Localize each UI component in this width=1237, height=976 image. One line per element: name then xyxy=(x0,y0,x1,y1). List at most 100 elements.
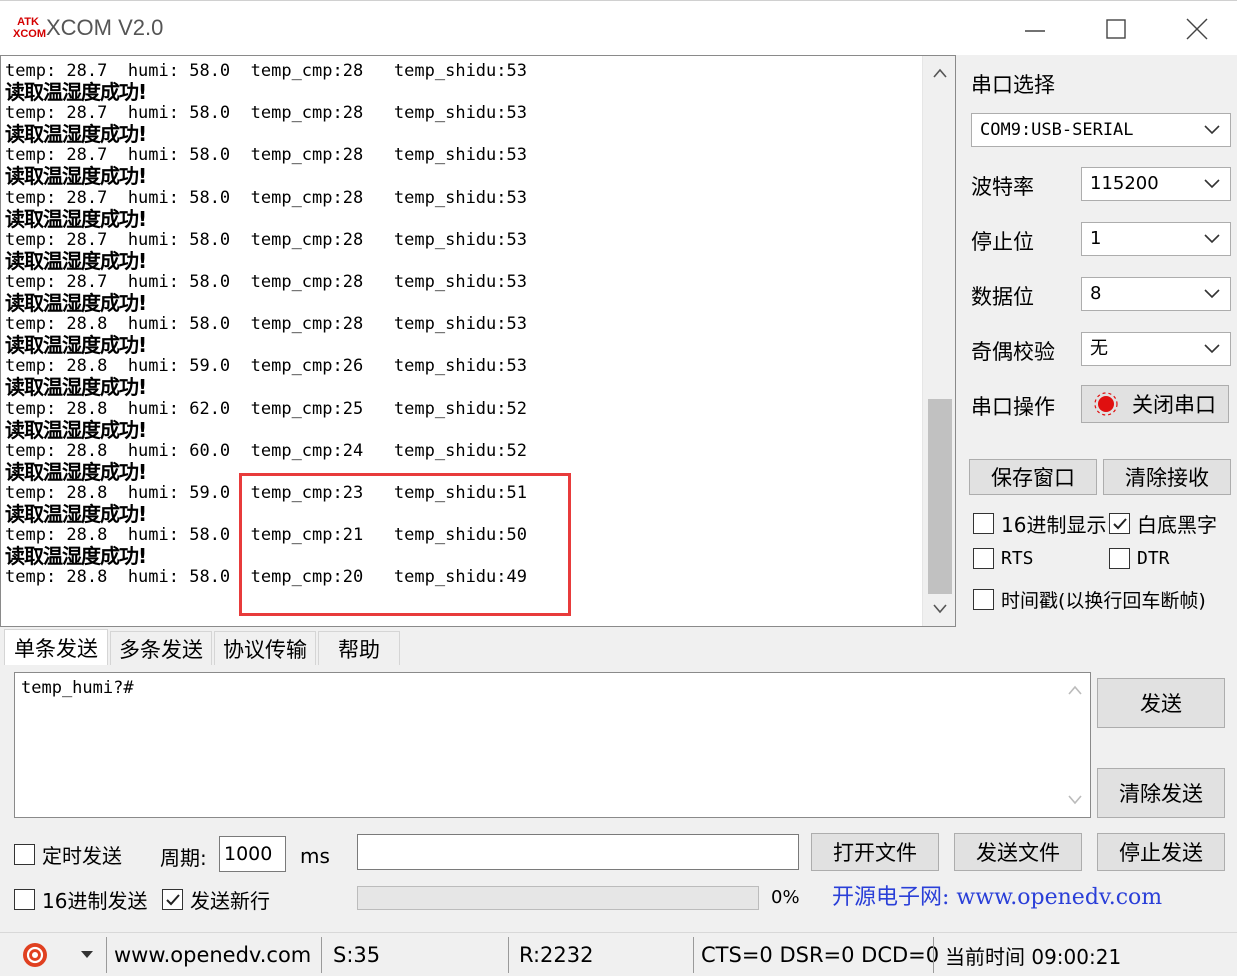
receive-line: 读取温湿度成功! xyxy=(5,375,147,400)
send-scrollbar[interactable] xyxy=(1060,673,1090,817)
tab-multi-send[interactable]: 多条发送 xyxy=(110,631,212,665)
tab-help[interactable]: 帮助 xyxy=(318,631,400,665)
port-operation-label: 串口操作 xyxy=(971,395,1055,419)
receive-line: temp: 28.7 humi: 58.0 temp_cmp:28 temp_s… xyxy=(5,271,527,292)
chevron-up-icon xyxy=(1068,685,1082,695)
status-separator xyxy=(106,937,107,973)
window-title: XCOM V2.0 xyxy=(46,15,164,40)
rts-label: RTS xyxy=(1001,548,1034,569)
hex-display-checkbox[interactable]: 16进制显示 xyxy=(973,509,1106,538)
timestamp-label: 时间戳(以换行回车断帧) xyxy=(1001,590,1206,612)
status-separator xyxy=(693,937,694,973)
chevron-down-icon xyxy=(1204,234,1220,244)
receive-line: 读取温湿度成功! xyxy=(5,291,147,316)
timestamp-checkbox[interactable]: 时间戳(以换行回车断帧) xyxy=(973,586,1206,613)
receive-line: 读取温湿度成功! xyxy=(5,248,147,273)
checkbox-box xyxy=(162,889,183,910)
receive-line: 读取温湿度成功! xyxy=(5,122,147,147)
close-port-button[interactable]: 关闭串口 xyxy=(1081,385,1229,423)
parity-combo[interactable]: 无 xyxy=(1081,332,1231,366)
chevron-down-icon xyxy=(932,604,947,614)
status-sent-count: S:35 xyxy=(333,943,381,967)
status-website[interactable]: www.openedv.com xyxy=(114,933,311,976)
checkbox-box xyxy=(973,513,994,534)
receive-line: 读取温湿度成功! xyxy=(5,333,147,358)
period-input[interactable]: 1000 xyxy=(219,836,286,872)
checkbox-box xyxy=(973,589,994,610)
receive-line: temp: 28.7 humi: 58.0 temp_cmp:28 temp_s… xyxy=(5,229,527,250)
hex-send-label: 16进制发送 xyxy=(42,889,148,913)
save-window-button[interactable]: 保存窗口 xyxy=(969,459,1097,495)
open-file-button[interactable]: 打开文件 xyxy=(811,833,939,871)
port-combo[interactable]: COM9:USB-SERIAL xyxy=(971,113,1231,147)
white-black-label: 白底黑字 xyxy=(1137,513,1217,537)
port-status-icon xyxy=(1094,392,1118,416)
check-icon xyxy=(1112,517,1127,529)
receive-area[interactable]: temp: 28.7 humi: 58.0 temp_cmp:28 temp_s… xyxy=(0,55,956,627)
tab-single-send[interactable]: 单条发送 xyxy=(4,629,108,665)
progress-percent: 0% xyxy=(771,887,800,908)
hex-send-checkbox[interactable]: 16进制发送 xyxy=(14,885,147,914)
send-button[interactable]: 发送 xyxy=(1097,678,1225,728)
status-time: 当前时间 09:00:21 xyxy=(945,944,1122,969)
close-button[interactable] xyxy=(1167,9,1227,49)
scroll-up-button[interactable] xyxy=(923,58,955,88)
data-bits-combo[interactable]: 8 xyxy=(1081,277,1231,311)
period-label: 周期: xyxy=(160,846,207,870)
close-icon xyxy=(1186,18,1208,40)
checkbox-box xyxy=(1109,513,1130,534)
stop-bits-combo[interactable]: 1 xyxy=(1081,222,1231,256)
baud-label: 波特率 xyxy=(971,175,1034,199)
settings-panel: 串口选择 COM9:USB-SERIAL 波特率 115200 停止位 1 数据… xyxy=(957,55,1237,645)
highlight-box xyxy=(239,473,571,616)
timed-send-checkbox[interactable]: 定时发送 xyxy=(14,840,122,869)
baud-value: 115200 xyxy=(1090,173,1159,194)
parity-label: 奇偶校验 xyxy=(971,340,1055,364)
minimize-button[interactable] xyxy=(1005,9,1065,49)
scroll-thumb[interactable] xyxy=(928,399,952,594)
checkbox-box xyxy=(14,844,35,865)
maximize-icon xyxy=(1106,19,1126,39)
stop-send-button[interactable]: 停止发送 xyxy=(1097,833,1225,871)
checkbox-box xyxy=(1109,548,1130,569)
status-bar: www.openedv.com S:35 R:2232 CTS=0 DSR=0 … xyxy=(0,932,1237,976)
clear-receive-button[interactable]: 清除接收 xyxy=(1103,459,1231,495)
send-input[interactable]: temp_humi?# xyxy=(14,672,1091,818)
status-circle-icon xyxy=(23,943,47,967)
new-line-checkbox[interactable]: 发送新行 xyxy=(162,885,270,914)
dtr-checkbox[interactable]: DTR xyxy=(1109,548,1170,569)
receive-line: temp: 28.8 humi: 58.0 temp_cmp:28 temp_s… xyxy=(5,314,527,335)
receive-line: temp: 28.8 humi: 59.0 temp_cmp:26 temp_s… xyxy=(5,356,527,377)
chevron-down-icon xyxy=(1204,289,1220,299)
receive-line: 读取温湿度成功! xyxy=(5,80,147,105)
site-banner[interactable]: 开源电子网: www.openedv.com xyxy=(832,879,1162,911)
port-value: COM9:USB-SERIAL xyxy=(980,120,1134,140)
title-bar: ATK XCOM XCOM V2.0 xyxy=(0,0,1237,55)
stop-bits-value: 1 xyxy=(1090,228,1102,249)
tab-protocol[interactable]: 协议传输 xyxy=(214,631,316,665)
clear-send-button[interactable]: 清除发送 xyxy=(1097,768,1225,818)
status-separator xyxy=(321,937,322,973)
send-file-button[interactable]: 发送文件 xyxy=(954,833,1082,871)
port-select-label: 串口选择 xyxy=(971,73,1055,97)
scroll-down-button[interactable] xyxy=(923,594,955,624)
baud-combo[interactable]: 115200 xyxy=(1081,167,1231,201)
data-bits-value: 8 xyxy=(1090,283,1102,304)
white-black-checkbox[interactable]: 白底黑字 xyxy=(1109,509,1217,538)
status-separator xyxy=(508,937,509,973)
dropdown-arrow-button[interactable] xyxy=(80,933,94,976)
receive-line: 读取温湿度成功! xyxy=(5,206,147,231)
send-text: temp_humi?# xyxy=(21,678,134,698)
rts-checkbox[interactable]: RTS xyxy=(973,548,1034,569)
status-icon-button[interactable] xyxy=(20,933,50,976)
chevron-down-icon xyxy=(1204,344,1220,354)
chevron-down-icon xyxy=(1204,179,1220,189)
maximize-button[interactable] xyxy=(1086,9,1146,49)
logo-text-bottom: XCOM xyxy=(13,28,46,40)
receive-scrollbar[interactable] xyxy=(922,56,955,626)
check-icon xyxy=(165,893,180,905)
chevron-up-icon xyxy=(932,68,947,78)
new-line-label: 发送新行 xyxy=(190,889,270,913)
checkbox-box xyxy=(973,548,994,569)
file-path-input[interactable] xyxy=(357,834,799,870)
